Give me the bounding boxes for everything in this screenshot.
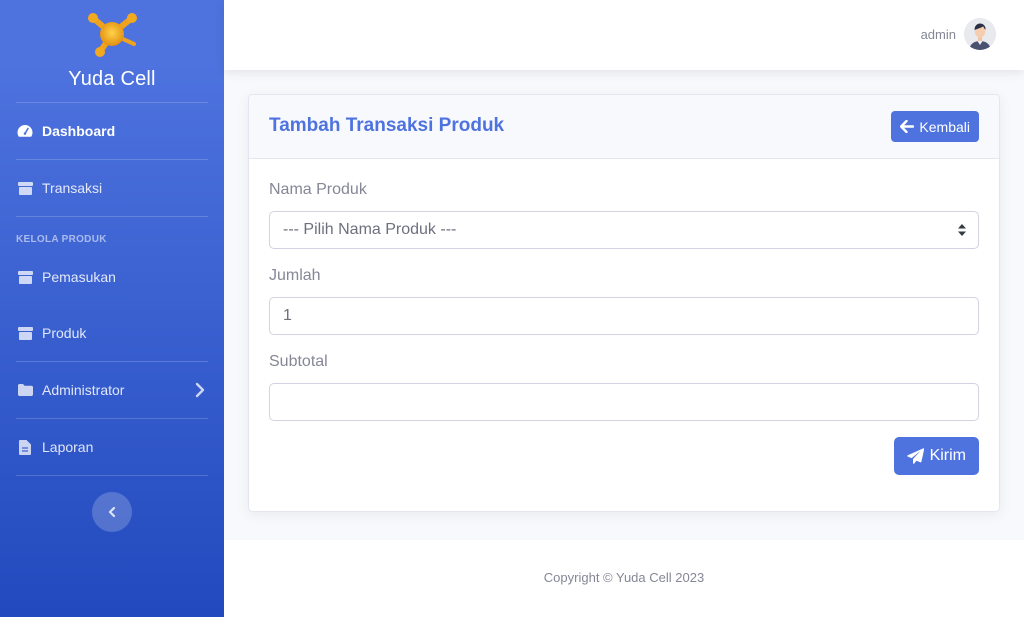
file-icon (17, 439, 33, 455)
sidebar-item-label: Produk (42, 325, 87, 341)
sidebar-item-laporan[interactable]: Laporan (0, 427, 224, 467)
sidebar-item-label: Administrator (42, 382, 125, 398)
quantity-input-value: 1 (283, 307, 292, 324)
sidebar-item-dashboard[interactable]: Dashboard (0, 111, 224, 151)
sidebar-divider (16, 102, 208, 103)
box-icon (17, 325, 33, 341)
back-button[interactable]: Kembali (891, 111, 979, 142)
sidebar: Yuda Cell Dashboard Transaksi KELOLA PRO… (0, 0, 224, 617)
tachometer-icon (17, 123, 33, 139)
topbar: admin (224, 0, 1024, 70)
sidebar-heading: KELOLA PRODUK (16, 234, 107, 245)
sidebar-item-pemasukan[interactable]: Pemasukan (0, 257, 224, 297)
product-name-label: Nama Produk (269, 181, 367, 198)
user-avatar-icon (964, 18, 996, 50)
folder-icon (17, 382, 33, 398)
form-card: Tambah Transaksi Produk Kembali Nama Pro… (248, 94, 1000, 512)
sidebar-brand[interactable]: Yuda Cell (0, 0, 224, 102)
sidebar-divider (16, 216, 208, 217)
subtotal-label: Subtotal (269, 353, 328, 370)
user-name[interactable]: admin (921, 27, 956, 42)
sidebar-toggle-button[interactable] (92, 492, 132, 532)
card-header: Tambah Transaksi Produk Kembali (249, 95, 999, 159)
chevron-left-icon (108, 506, 116, 518)
sidebar-item-produk[interactable]: Produk (0, 313, 224, 353)
subtotal-input[interactable] (269, 383, 979, 421)
logo-icon (88, 13, 137, 57)
back-button-label: Kembali (919, 118, 970, 135)
page-title: Tambah Transaksi Produk (269, 115, 505, 136)
sidebar-divider (16, 475, 208, 476)
chevron-right-icon (195, 382, 205, 398)
select-caret-icon (958, 224, 966, 236)
arrow-left-icon (900, 120, 915, 133)
sidebar-divider (16, 159, 208, 160)
sidebar-item-transaksi[interactable]: Transaksi (0, 168, 224, 208)
quantity-input[interactable]: 1 (269, 297, 979, 335)
product-select[interactable]: --- Pilih Nama Produk --- (269, 211, 979, 249)
sidebar-item-label: Dashboard (42, 123, 116, 139)
submit-button[interactable]: Kirim (893, 437, 979, 475)
paper-plane-icon (906, 448, 924, 464)
copyright-text: Copyright © Yuda Cell 2023 (543, 570, 705, 585)
sidebar-item-administrator[interactable]: Administrator (0, 370, 224, 410)
avatar[interactable] (964, 18, 996, 50)
brand-name: Yuda Cell (68, 68, 156, 90)
sidebar-divider (16, 418, 208, 419)
footer: Copyright © Yuda Cell 2023 (224, 540, 1024, 617)
quantity-label: Jumlah (269, 267, 321, 284)
sidebar-item-label: Transaksi (42, 180, 103, 196)
product-select-value: --- Pilih Nama Produk --- (283, 221, 457, 238)
box-icon (17, 269, 33, 285)
sidebar-item-label: Pemasukan (42, 269, 116, 285)
sidebar-divider (16, 361, 208, 362)
box-icon (17, 180, 33, 196)
submit-button-label: Kirim (929, 447, 966, 464)
sidebar-item-label: Laporan (42, 439, 94, 455)
